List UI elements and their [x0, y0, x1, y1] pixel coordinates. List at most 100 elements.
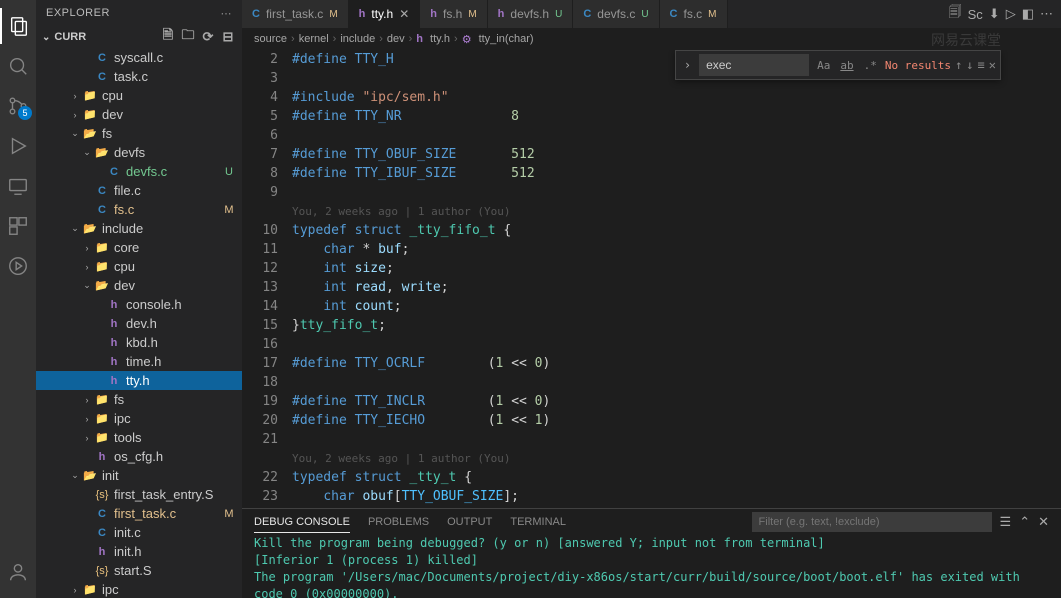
- tree-file[interactable]: hdev.h: [36, 314, 242, 333]
- breadcrumb-item[interactable]: include: [340, 33, 375, 45]
- search-toggle-icon[interactable]: ›: [680, 58, 695, 72]
- tree-file[interactable]: Ctask.c: [36, 67, 242, 86]
- tree-folder[interactable]: ⌄📂include: [36, 219, 242, 238]
- breadcrumb-item[interactable]: source: [254, 33, 287, 45]
- sidebar-title: EXPLORER: [46, 7, 221, 19]
- refresh-icon[interactable]: ⟳: [200, 26, 216, 48]
- tree-folder[interactable]: ›📁cpu: [36, 86, 242, 105]
- tree-file[interactable]: Cinit.c: [36, 523, 242, 542]
- tree-item-label: include: [102, 221, 222, 236]
- chevron-icon: ›: [68, 585, 82, 595]
- tree-folder[interactable]: ›📁dev: [36, 105, 242, 124]
- compare-icon[interactable]: 🗐: [949, 3, 962, 25]
- account-icon[interactable]: [0, 554, 36, 590]
- test-icon[interactable]: [0, 248, 36, 284]
- search-icon[interactable]: [0, 48, 36, 84]
- editor-tab[interactable]: Cfirst_task.cM: [242, 0, 349, 28]
- split-icon[interactable]: ◧: [1022, 6, 1034, 22]
- tree-item-label: cpu: [102, 88, 222, 103]
- panel-tab[interactable]: OUTPUT: [447, 512, 492, 532]
- tree-item-label: fs: [114, 392, 222, 407]
- tree-file[interactable]: Cfirst_task.cM: [36, 504, 242, 523]
- tree-item-label: core: [114, 240, 222, 255]
- editor-tab[interactable]: hfs.hM: [420, 0, 487, 28]
- new-folder-icon[interactable]: 🗀: [180, 26, 196, 48]
- chevron-icon: ⌄: [80, 147, 94, 158]
- panel-up-icon[interactable]: ⌃: [1019, 514, 1030, 530]
- tree-folder[interactable]: ⌄📂dev: [36, 276, 242, 295]
- code-content[interactable]: #define TTY_H#include "ipc/sem.h"#define…: [292, 50, 1061, 508]
- chevron-icon: ›: [80, 262, 94, 272]
- editor-tab[interactable]: htty.h✕: [349, 0, 421, 28]
- prev-match-icon[interactable]: ↑: [955, 58, 962, 72]
- main: Cfirst_task.cMhtty.h✕hfs.hMhdevfs.hUCdev…: [242, 0, 1061, 598]
- tab-status: M: [329, 9, 337, 20]
- explorer-icon[interactable]: [0, 8, 36, 44]
- filter-input[interactable]: [752, 512, 992, 532]
- editor-tab[interactable]: hdevfs.hU: [488, 0, 574, 28]
- chevron-down-icon: ⌄: [42, 32, 50, 43]
- tree-folder[interactable]: ›📁ipc: [36, 580, 242, 598]
- tree-file[interactable]: Cdevfs.cU: [36, 162, 242, 181]
- next-match-icon[interactable]: ↓: [966, 58, 973, 72]
- editor-tab[interactable]: Cdevfs.cU: [573, 0, 659, 28]
- breadcrumb-item[interactable]: tty.h: [430, 33, 450, 45]
- panel-close-icon[interactable]: ✕: [1038, 514, 1049, 530]
- chevron-icon: ›: [80, 414, 94, 424]
- save-icon[interactable]: Sc: [968, 7, 983, 22]
- tree-folder[interactable]: ›📁ipc: [36, 409, 242, 428]
- code-editor[interactable]: 23456789101112131415161718192021222324 #…: [242, 50, 1061, 508]
- scm-icon[interactable]: 5: [0, 88, 36, 124]
- tree-folder[interactable]: ›📁core: [36, 238, 242, 257]
- panel-tab[interactable]: DEBUG CONSOLE: [254, 512, 350, 533]
- chevron-icon: ›: [68, 91, 82, 101]
- extensions-icon[interactable]: [0, 208, 36, 244]
- tree-folder[interactable]: ⌄📂fs: [36, 124, 242, 143]
- download-icon[interactable]: ⬇: [989, 6, 1000, 22]
- panel-tab[interactable]: PROBLEMS: [368, 512, 429, 532]
- tree-file[interactable]: Csyscall.c: [36, 48, 242, 67]
- search-input[interactable]: [699, 54, 809, 76]
- minimap[interactable]: [1011, 50, 1061, 508]
- run-icon[interactable]: [0, 128, 36, 164]
- debug-console-output[interactable]: Kill the program being debugged? (y or n…: [242, 535, 1061, 598]
- section-header[interactable]: ⌄ CURR 🗎 🗀 ⟳ ⊟: [36, 26, 242, 48]
- tab-label: devfs.h: [510, 7, 549, 21]
- tree-file[interactable]: Cfs.cM: [36, 200, 242, 219]
- run-editor-icon[interactable]: ▷: [1006, 6, 1016, 22]
- breadcrumb-item[interactable]: dev: [387, 33, 405, 45]
- tree-file[interactable]: Cfile.c: [36, 181, 242, 200]
- tree-file[interactable]: hos_cfg.h: [36, 447, 242, 466]
- sidebar-more-icon[interactable]: ⋯: [221, 7, 233, 20]
- remote-icon[interactable]: [0, 168, 36, 204]
- tree-folder[interactable]: ›📁cpu: [36, 257, 242, 276]
- collapse-icon[interactable]: ⊟: [220, 26, 236, 48]
- match-case-icon[interactable]: Aa: [813, 57, 834, 74]
- more-icon[interactable]: ⋯: [1040, 6, 1053, 22]
- match-word-icon[interactable]: ab: [836, 57, 857, 74]
- tree-folder[interactable]: ›📁fs: [36, 390, 242, 409]
- editor-tab[interactable]: Cfs.cM: [660, 0, 728, 28]
- tree-file[interactable]: htime.h: [36, 352, 242, 371]
- new-file-icon[interactable]: 🗎: [160, 26, 176, 48]
- search-options: Aa ab .*: [813, 57, 881, 74]
- breadcrumb-item[interactable]: tty_in(char): [479, 33, 534, 45]
- close-search-icon[interactable]: ✕: [989, 58, 996, 72]
- tree-item-label: ipc: [114, 411, 222, 426]
- close-icon[interactable]: ✕: [399, 7, 409, 21]
- tree-file[interactable]: hconsole.h: [36, 295, 242, 314]
- tree-folder[interactable]: ›📁tools: [36, 428, 242, 447]
- tree-folder[interactable]: ⌄📂init: [36, 466, 242, 485]
- tree-file[interactable]: htty.h: [36, 371, 242, 390]
- panel-tab[interactable]: TERMINAL: [510, 512, 566, 532]
- find-in-selection-icon[interactable]: ≡: [978, 58, 985, 72]
- tree-file[interactable]: hinit.h: [36, 542, 242, 561]
- scm-status: M: [222, 508, 236, 520]
- tree-folder[interactable]: ⌄📂devfs: [36, 143, 242, 162]
- breadcrumb-item[interactable]: kernel: [299, 33, 329, 45]
- filter-icon[interactable]: ☰: [1000, 514, 1012, 530]
- tree-file[interactable]: {s}start.S: [36, 561, 242, 580]
- regex-icon[interactable]: .*: [860, 57, 881, 74]
- tree-file[interactable]: hkbd.h: [36, 333, 242, 352]
- tree-file[interactable]: {s}first_task_entry.S: [36, 485, 242, 504]
